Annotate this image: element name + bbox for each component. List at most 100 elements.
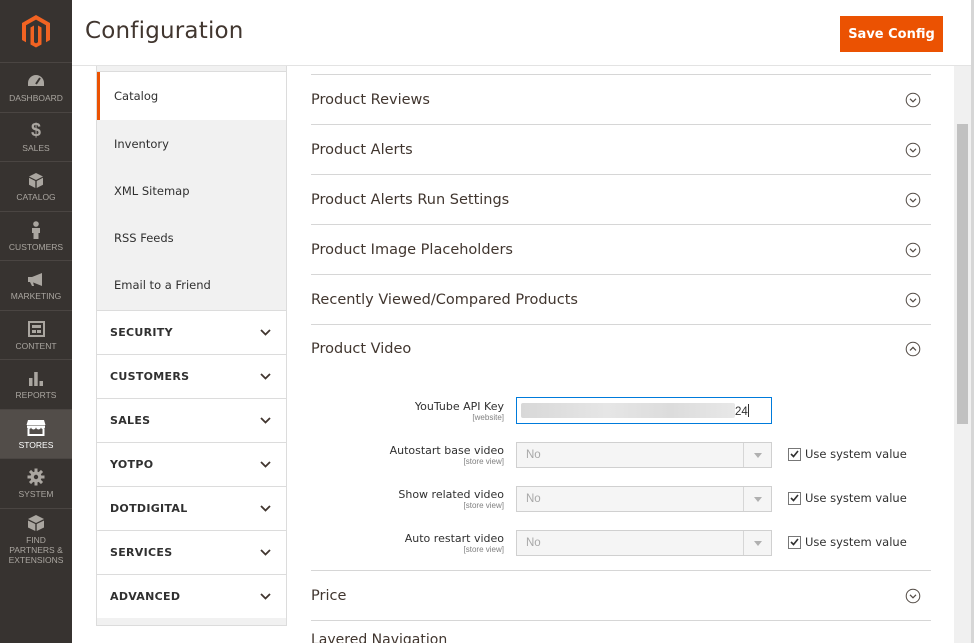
label-text: Auto restart video xyxy=(404,532,504,545)
select-value: No xyxy=(526,537,541,549)
config-tabs: Catalog Inventory XML Sitemap RSS Feeds … xyxy=(96,66,287,626)
field-label: Autostart base video [store view] xyxy=(390,444,504,466)
show-related-select[interactable]: No xyxy=(516,486,772,512)
menu-catalog[interactable]: CATALOG xyxy=(0,161,72,211)
section-title: Product Video xyxy=(311,341,412,357)
section-title: Product Reviews xyxy=(311,91,430,108)
page-header: Configuration Save Config xyxy=(72,0,974,66)
menu-content[interactable]: CONTENT xyxy=(0,309,72,360)
section-product-image-placeholders[interactable]: Product Image Placeholders xyxy=(311,225,931,275)
group-advanced[interactable]: ADVANCED xyxy=(97,574,286,618)
magento-logo[interactable] xyxy=(0,0,72,62)
scope-text: [store view] xyxy=(463,545,504,554)
menu-sales[interactable]: $ SALES xyxy=(0,111,72,162)
select-arrow-icon xyxy=(743,531,771,555)
label-text: Autostart base video xyxy=(389,444,504,457)
group-security[interactable]: SECURITY xyxy=(97,310,286,354)
menu-label: DASHBOARD xyxy=(9,93,63,104)
autostart-select[interactable]: No xyxy=(516,442,772,468)
group-dotdigital[interactable]: DOTDIGITAL xyxy=(97,486,286,530)
tab-rss-feeds[interactable]: RSS Feeds xyxy=(97,214,286,261)
group-yotpo[interactable]: YOTPO xyxy=(97,442,286,486)
group-services[interactable]: SERVICES xyxy=(97,530,286,574)
group-sales[interactable]: SALES xyxy=(97,398,286,442)
field-label: Auto restart video [store view] xyxy=(405,532,504,554)
scope-text: [store view] xyxy=(463,457,504,466)
checkbox-checked[interactable] xyxy=(788,491,801,505)
catalog-sub-items: Catalog Inventory XML Sitemap RSS Feeds … xyxy=(97,72,286,308)
section-recently-viewed[interactable]: Recently Viewed/Compared Products xyxy=(311,275,931,325)
field-show-related: Show related video [store view] No Use s… xyxy=(311,486,931,518)
menu-customers[interactable]: CUSTOMERS xyxy=(0,210,72,261)
group-label: CUSTOMERS xyxy=(110,370,190,383)
checkbox-checked[interactable] xyxy=(788,447,801,461)
section-price[interactable]: Price xyxy=(311,571,931,621)
cube-icon xyxy=(26,170,46,190)
group-customers[interactable]: CUSTOMERS xyxy=(97,354,286,398)
menu-label: REPORTS xyxy=(15,390,57,401)
text-cursor xyxy=(747,404,749,417)
person-icon xyxy=(26,220,46,240)
menu-system[interactable]: SYSTEM xyxy=(0,458,72,508)
chevron-down-icon xyxy=(258,546,272,560)
menu-find-partners[interactable]: FIND PARTNERS & EXTENSIONS xyxy=(0,507,72,570)
input-value: 24 xyxy=(735,406,748,418)
chevron-down-icon xyxy=(258,414,272,428)
section-title: Product Alerts Run Settings xyxy=(311,191,510,208)
section-layered-navigation-cutoff[interactable]: Layered Navigation xyxy=(311,632,447,643)
menu-label: CATALOG xyxy=(16,192,56,203)
checkbox-label: Use system value xyxy=(805,491,907,505)
chevron-down-icon xyxy=(258,370,272,384)
gear-icon xyxy=(26,467,46,487)
group-label: YOTPO xyxy=(110,458,154,471)
use-system-value-auto-restart[interactable]: Use system value xyxy=(788,535,907,549)
tab-catalog[interactable]: Catalog xyxy=(97,72,286,120)
save-config-button[interactable]: Save Config xyxy=(840,16,943,52)
redacted-value xyxy=(521,403,735,418)
section-product-reviews[interactable]: Product Reviews xyxy=(311,75,931,125)
field-autostart: Autostart base video [store view] No Use… xyxy=(311,442,931,474)
label-text: Show related video xyxy=(398,488,504,501)
section-title: Recently Viewed/Compared Products xyxy=(311,291,578,308)
dashboard-icon xyxy=(26,71,46,91)
group-label: ADVANCED xyxy=(110,590,181,603)
select-value: No xyxy=(526,449,541,461)
expand-circle-icon xyxy=(905,142,921,157)
layout-icon xyxy=(26,319,46,339)
section-product-alerts[interactable]: Product Alerts xyxy=(311,125,931,175)
menu-dashboard[interactable]: DASHBOARD xyxy=(0,62,72,112)
menu-label: FIND PARTNERS & EXTENSIONS xyxy=(8,535,64,565)
menu-label: SYSTEM xyxy=(18,489,54,500)
product-video-fieldset: YouTube API Key [website] 24 Autostart b… xyxy=(311,373,931,571)
tab-xml-sitemap[interactable]: XML Sitemap xyxy=(97,167,286,214)
scope-text: [website] xyxy=(472,413,504,422)
youtube-api-key-input[interactable]: 24 xyxy=(516,397,772,424)
expand-circle-icon xyxy=(905,92,921,107)
auto-restart-select[interactable]: No xyxy=(516,530,772,556)
group-label: SALES xyxy=(110,414,151,427)
tab-email-to-friend[interactable]: Email to a Friend xyxy=(97,261,286,308)
menu-reports[interactable]: REPORTS xyxy=(0,359,72,409)
scrollbar-thumb[interactable] xyxy=(957,124,968,424)
section-product-video[interactable]: Product Video xyxy=(311,325,931,373)
page-scrollbar[interactable] xyxy=(954,66,971,643)
field-label: YouTube API Key [website] xyxy=(415,400,504,422)
section-title: Product Image Placeholders xyxy=(311,241,513,258)
checkbox-label: Use system value xyxy=(805,535,907,549)
expand-circle-icon xyxy=(905,192,921,207)
use-system-value-show-related[interactable]: Use system value xyxy=(788,491,907,505)
checkbox-label: Use system value xyxy=(805,447,907,461)
chevron-down-icon xyxy=(258,458,272,472)
expand-circle-icon xyxy=(905,588,921,603)
bar-chart-icon xyxy=(26,368,46,388)
menu-label: CUSTOMERS xyxy=(8,241,64,252)
section-product-alerts-run-settings[interactable]: Product Alerts Run Settings xyxy=(311,175,931,225)
chevron-down-icon xyxy=(258,326,272,340)
page-title: Configuration xyxy=(85,18,244,44)
scope-text: [store view] xyxy=(463,501,504,510)
tab-inventory[interactable]: Inventory xyxy=(97,120,286,167)
menu-marketing[interactable]: MARKETING xyxy=(0,260,72,310)
use-system-value-autostart[interactable]: Use system value xyxy=(788,447,907,461)
menu-stores[interactable]: STORES xyxy=(0,408,72,458)
checkbox-checked[interactable] xyxy=(788,535,801,549)
